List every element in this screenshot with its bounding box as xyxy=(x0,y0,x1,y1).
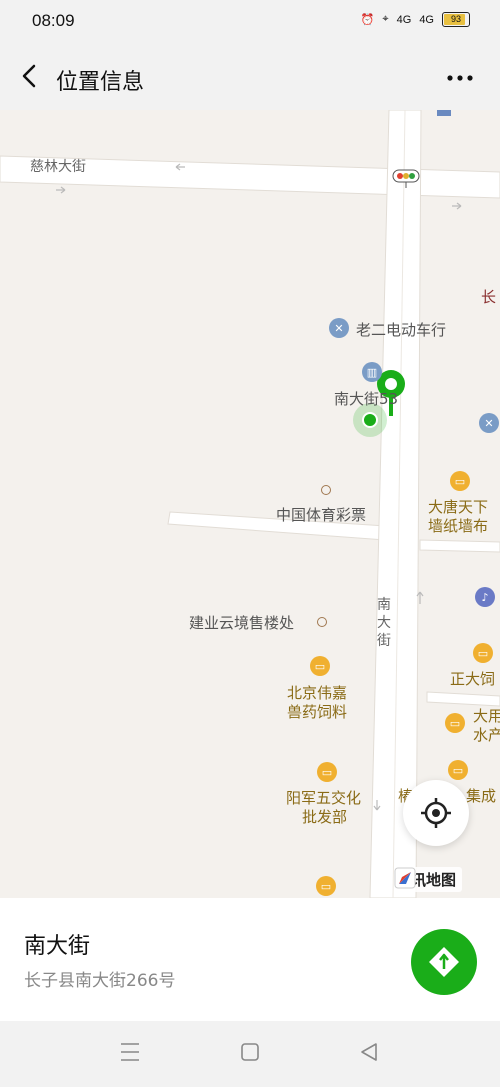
shop-poi-icon-beijing: ▭ xyxy=(310,656,330,676)
place-info-panel: 南大街 长子县南大街266号 xyxy=(0,898,500,1021)
more-button[interactable] xyxy=(440,64,480,92)
place-address: 长子县南大街266号 xyxy=(24,971,176,991)
map-label-nandajie-53: 南大街53 xyxy=(334,390,399,408)
map-label-lottery: 中国体育彩票 xyxy=(276,506,367,524)
page-title: 位置信息 xyxy=(56,70,145,95)
map-label-nandajie-road-1: 南 xyxy=(377,597,391,613)
map-label-jianye: 建业云境售楼处 xyxy=(189,614,295,632)
map-label-jicheng: 集成 xyxy=(466,787,497,805)
map-label-yangjun-1: 阳军五交化 xyxy=(286,789,362,807)
place-name: 南大街 xyxy=(24,934,91,959)
lottery-poi-dot xyxy=(321,485,331,495)
shop-poi-icon-yangjun: ▭ xyxy=(317,762,337,782)
map-label-laoer-shop: 老二电动车行 xyxy=(356,321,447,339)
map-label-zhengda: 正大饲 xyxy=(450,670,496,688)
map-label-yangjun-2: 批发部 xyxy=(302,808,348,826)
battery-icon: 93 xyxy=(442,12,470,27)
system-nav-icons xyxy=(121,1043,377,1061)
alarm-icon: ⏰ xyxy=(360,14,375,26)
map-label-beijing-2: 兽药饲料 xyxy=(287,703,348,721)
back-triangle-icon[interactable] xyxy=(361,1043,377,1061)
tencent-map-logo-icon xyxy=(394,867,416,889)
map-label-edge-char: 长 xyxy=(481,288,497,306)
map-label-nandajie-road-3: 街 xyxy=(377,633,391,649)
shop-poi-icon-zhengda: ▭ xyxy=(473,643,493,663)
menu-icon[interactable] xyxy=(121,1043,139,1061)
map-label-nandajie-road-2: 大 xyxy=(377,615,391,631)
map-attribution: 腾讯地图 xyxy=(394,867,463,892)
shop-poi-icon-datang: ▭ xyxy=(450,471,470,491)
map-view[interactable]: 慈林大街 ✕ 老二电动车行 ▥ 南大街53 ✕ 长 中国体育彩票 ▭ 大唐天下 … xyxy=(0,110,500,898)
bank-poi-icon: ▥ xyxy=(362,362,382,382)
navigate-icon xyxy=(429,947,459,977)
map-label-datang-2: 墙纸墙布 xyxy=(428,517,489,535)
system-nav-bar xyxy=(0,1021,500,1083)
map-label-datang-1: 大唐天下 xyxy=(428,498,489,516)
more-icon xyxy=(447,75,473,81)
status-bar: 08:09 ⏰ ⌖ 4G 4G 93 xyxy=(0,0,500,44)
status-icons: ⏰ ⌖ 4G 4G 93 xyxy=(361,12,470,27)
shop-poi-icon-dayong: ▭ xyxy=(445,713,465,733)
signal-icon-2: 4G xyxy=(419,13,434,26)
locate-button[interactable] xyxy=(403,780,469,846)
shop-poi-icon-jicheng: ▭ xyxy=(448,760,468,780)
signal-icon-1: 4G xyxy=(396,13,412,26)
back-icon xyxy=(22,64,36,88)
header: 位置信息 xyxy=(0,44,500,110)
status-time: 08:09 xyxy=(32,11,75,30)
repair-poi-icon-right: ✕ xyxy=(479,413,499,433)
location-icon: ⌖ xyxy=(382,13,389,25)
repair-poi-icon: ✕ xyxy=(329,318,349,338)
battery-level: 93 xyxy=(450,14,461,24)
music-poi-icon: ♪ xyxy=(475,587,495,607)
navigate-button[interactable] xyxy=(411,929,477,995)
shop-poi-icon-bottom: ▭ xyxy=(316,876,336,896)
map-label-dayong-2: 水产 xyxy=(473,726,500,744)
locate-icon xyxy=(421,798,451,828)
jianye-poi-dot xyxy=(317,617,327,627)
map-label-cilin-street: 慈林大街 xyxy=(30,159,86,175)
home-icon[interactable] xyxy=(241,1043,259,1061)
back-button[interactable] xyxy=(14,60,46,92)
map-label-beijing-1: 北京伟嘉 xyxy=(287,684,348,702)
map-label-dayong-1: 大用 xyxy=(473,707,500,725)
